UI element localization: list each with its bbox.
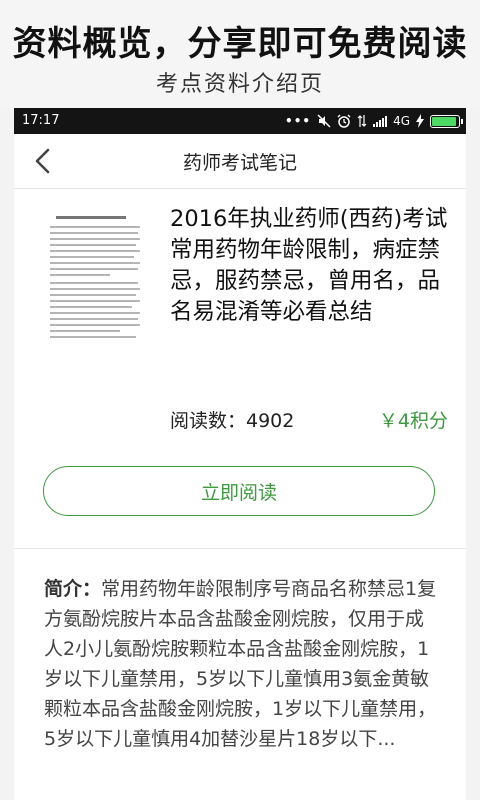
intro-text: 常用药物年龄限制序号商品名称禁忌1复方氨酚烷胺片本品含盐酸金刚烷胺，仅用于成人2… [44,578,437,750]
battery-icon [430,114,463,128]
nav-bar: 药师考试笔记 [14,134,466,189]
intro-label: 简介： [44,578,102,600]
signal-icon [373,115,388,127]
page-title: 药师考试笔记 [182,152,297,174]
book-title: 2016年执业药师(西药)考试常用药物年龄限制，病症禁忌，服药禁忌，曾用名，品名… [170,206,448,325]
phone-screen: 17:17 ••• 4G 药师考试笔记 2016年执业药师(西药)考试常用药物年… [14,108,466,800]
read-count: 阅读数：4902 [170,410,295,432]
price-points: ￥4积分 [378,410,448,432]
read-now-button[interactable]: 立即阅读 [43,466,435,516]
book-card: 2016年执业药师(西药)考试常用药物年龄限制，病症禁忌，服药禁忌，曾用名，品名… [14,188,466,548]
status-icons: ••• 4G [285,111,463,131]
section-divider [14,548,466,549]
banner-title: 资料概览，分享即可免费阅读 [12,24,468,64]
more-dots-icon: ••• [285,114,312,128]
network-type: 4G [393,114,410,128]
status-time: 17:17 [22,113,60,128]
data-arrows-icon [357,115,367,127]
intro-section: 简介：常用药物年龄限制序号商品名称禁忌1复方氨酚烷胺片本品含盐酸金刚烷胺，仅用于… [44,574,442,754]
promo-banner: 资料概览，分享即可免费阅读 考点资料介绍页 [0,0,480,108]
mute-icon [317,114,331,128]
alarm-icon [337,114,351,128]
banner-subtitle: 考点资料介绍页 [155,72,324,97]
charging-icon [416,114,424,128]
document-thumbnail[interactable] [44,210,146,350]
status-bar: 17:17 ••• 4G [14,108,466,134]
thumbnail-heading [56,216,126,219]
